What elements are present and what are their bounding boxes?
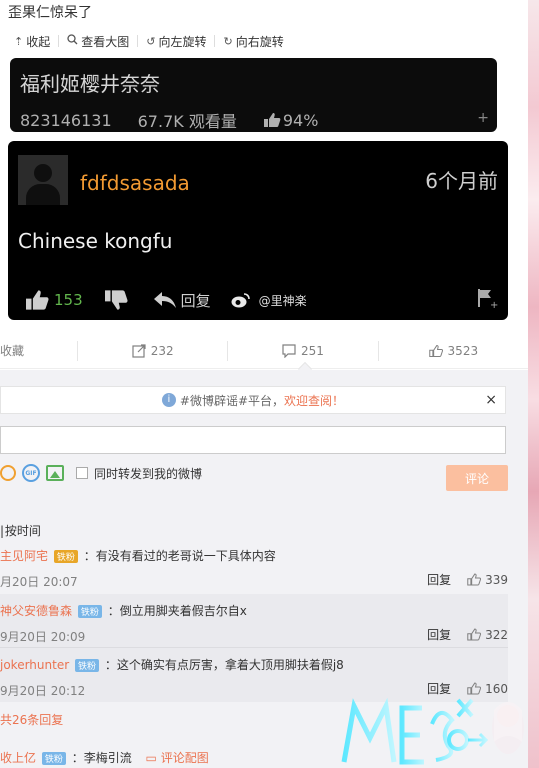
decorative-background-strip bbox=[528, 0, 539, 768]
thumbs-down-icon bbox=[104, 290, 128, 310]
more-replies-link[interactable]: 共26条回复 bbox=[0, 711, 63, 728]
rotate-right-button[interactable]: ↻ 向右旋转 bbox=[215, 33, 291, 50]
rotate-right-label: 向右旋转 bbox=[235, 34, 284, 49]
comment-button[interactable]: 251 bbox=[228, 341, 377, 361]
fan-badge: 铁粉 bbox=[41, 752, 66, 765]
info-icon: i bbox=[161, 393, 176, 407]
comment-like-button[interactable]: 339 bbox=[467, 573, 508, 587]
sort-by-time[interactable]: | 按时间 bbox=[0, 522, 41, 539]
video-meta: 823146131 67.7K 观看量 94% bbox=[20, 108, 318, 132]
picture-comment-link[interactable]: ▭ 评论配图 bbox=[146, 751, 209, 765]
svg-text:+: + bbox=[490, 300, 498, 309]
rotate-left-button[interactable]: ↺ 向左旋转 bbox=[138, 33, 214, 50]
reply-action: 回复 bbox=[153, 290, 211, 311]
comment-user[interactable]: 收上亿 bbox=[0, 751, 36, 765]
comment-count: 251 bbox=[301, 343, 324, 358]
favorite-button[interactable]: 收藏 bbox=[0, 341, 77, 361]
comment-user[interactable]: 神父安德鲁森 bbox=[0, 604, 72, 618]
like-percent: 94% bbox=[263, 111, 318, 130]
repost-count: 232 bbox=[150, 343, 174, 358]
search-icon bbox=[67, 34, 78, 48]
thumbs-up-icon bbox=[26, 290, 49, 310]
watermark-text: @里神楽 bbox=[258, 293, 307, 308]
like-action: 153 bbox=[24, 289, 83, 311]
reply-button[interactable]: 回复 bbox=[427, 571, 451, 588]
post-stats-bar: 收藏 232 251 3523 bbox=[0, 333, 528, 369]
comment-text: ：倒立用脚夹着假吉尔自x bbox=[107, 604, 247, 618]
divider bbox=[0, 647, 508, 648]
add-icon: + bbox=[477, 110, 489, 126]
view-large-button[interactable]: 查看大图 bbox=[59, 33, 137, 50]
comment-line: 主见阿宅 铁粉 ：有没有看过的老哥说一下具体内容 bbox=[0, 547, 508, 564]
post-text: 歪果仁惊呆了 bbox=[8, 5, 92, 21]
reply-item: 神父安德鲁森 铁粉 ：倒立用脚夹着假吉尔自x 9月20日 20:09 回复 32… bbox=[0, 602, 508, 648]
weibo-post: 歪果仁惊呆了 ⇡ 收起 查看大图 ↺ 向左旋转 ↻ 向右旋转 福利姬樱井奈奈 8… bbox=[0, 0, 528, 768]
thumbs-up-icon bbox=[467, 573, 482, 586]
reply-label: 回复 bbox=[180, 291, 211, 310]
watermark-logo bbox=[341, 697, 524, 765]
collapse-icon: ⇡ bbox=[14, 34, 24, 48]
composer-tools: GIF 同时转发到我的微博 bbox=[0, 464, 202, 482]
comment-input[interactable] bbox=[0, 426, 506, 454]
rumor-notice-bar: i #微博辟谣#平台， 欢迎查阅！ × bbox=[0, 386, 506, 414]
comment-text: ：这个确实有点厉害，拿着大顶用脚扶着假j8 bbox=[104, 658, 344, 672]
comment-user[interactable]: jokerhunter bbox=[0, 658, 69, 672]
notice-text: #微博辟谣#平台， bbox=[179, 393, 285, 408]
thumbs-up-icon bbox=[428, 344, 443, 357]
favorite-label: 收藏 bbox=[0, 344, 25, 358]
dislike-action bbox=[103, 289, 133, 311]
comment-text: ：李梅引流 bbox=[71, 751, 132, 765]
video-views: 67.7K 观看量 bbox=[137, 112, 237, 131]
gif-icon[interactable]: GIF bbox=[22, 464, 40, 482]
repost-checkbox-label: 同时转发到我的微博 bbox=[94, 466, 203, 481]
comment-username: fdfdsasada bbox=[80, 171, 190, 195]
flag-icon: + bbox=[476, 287, 498, 312]
fan-badge: 铁粉 bbox=[53, 550, 78, 563]
comment-user[interactable]: 主见阿宅 bbox=[0, 549, 48, 563]
collapse-label: 收起 bbox=[26, 34, 51, 49]
fan-badge: 铁粉 bbox=[77, 605, 102, 618]
comment-text: Chinese kongfu bbox=[18, 229, 173, 253]
comment-icon bbox=[282, 343, 296, 358]
comment-actions: 回复 322 bbox=[427, 626, 508, 643]
comment-like-button[interactable]: 322 bbox=[467, 628, 508, 642]
rotate-left-icon: ↺ bbox=[146, 34, 156, 48]
comment-item: 主见阿宅 铁粉 ：有没有看过的老哥说一下具体内容 月20日 20:07 回复 3… bbox=[0, 547, 508, 593]
fan-badge: 铁粉 bbox=[74, 659, 99, 672]
thumbs-up-icon bbox=[467, 628, 482, 641]
source-watermark: @里神楽 bbox=[231, 292, 307, 309]
comment-actions: 回复 339 bbox=[427, 571, 508, 588]
submit-comment-button[interactable]: 评论 bbox=[446, 465, 508, 491]
rotate-left-label: 向左旋转 bbox=[158, 34, 207, 49]
image-icon[interactable] bbox=[46, 465, 64, 481]
reply-button[interactable]: 回复 bbox=[427, 626, 451, 643]
comment-text: ：有没有看过的老哥说一下具体内容 bbox=[83, 549, 276, 563]
emoji-icon[interactable] bbox=[0, 465, 16, 481]
weibo-logo-icon bbox=[231, 293, 250, 308]
rotate-right-icon: ↻ bbox=[223, 34, 233, 48]
like-button[interactable]: 3523 bbox=[379, 341, 528, 361]
comment-item: 收上亿 铁粉 ：李梅引流 ▭ 评论配图 bbox=[0, 749, 209, 766]
embedded-comment-card: fdfdsasada 6个月前 Chinese kongfu 153 回复 @里… bbox=[8, 141, 508, 320]
comment-actions: 153 回复 @里神楽 bbox=[24, 289, 327, 311]
repost-checkbox[interactable] bbox=[76, 467, 88, 479]
embedded-video-card: 福利姬樱井奈奈 823146131 67.7K 观看量 94% + bbox=[10, 58, 497, 132]
reply-block: 神父安德鲁森 铁粉 ：倒立用脚夹着假吉尔自x 9月20日 20:09 回复 32… bbox=[0, 594, 508, 702]
thumbs-up-icon bbox=[263, 113, 281, 127]
close-icon[interactable]: × bbox=[485, 392, 497, 408]
avatar bbox=[18, 155, 68, 205]
notice-link[interactable]: 欢迎查阅！ bbox=[284, 392, 344, 409]
reply-arrow-icon bbox=[153, 292, 176, 308]
collapse-button[interactable]: ⇡ 收起 bbox=[6, 33, 58, 50]
like-count: 153 bbox=[54, 291, 83, 309]
view-large-label: 查看大图 bbox=[81, 34, 130, 49]
repost-button[interactable]: 232 bbox=[78, 341, 227, 361]
image-toolbar: ⇡ 收起 查看大图 ↺ 向左旋转 ↻ 向右旋转 bbox=[0, 26, 528, 56]
video-title: 福利姬樱井奈奈 bbox=[20, 72, 160, 96]
comment-time: 6个月前 bbox=[425, 169, 498, 193]
like-count: 3523 bbox=[447, 343, 479, 358]
video-id: 823146131 bbox=[20, 110, 112, 130]
repost-icon bbox=[132, 343, 146, 358]
